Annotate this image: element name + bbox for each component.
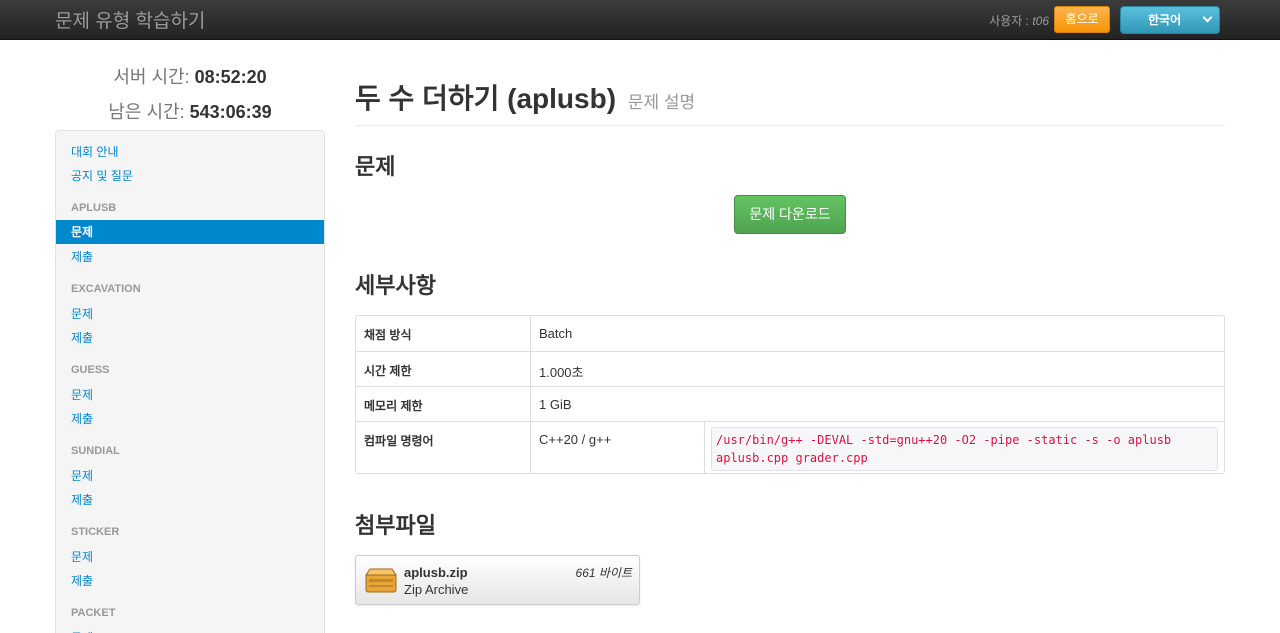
user-name: t06 [1032, 14, 1049, 28]
remaining-time-label: 남은 시간: [108, 102, 190, 122]
problem-heading: 문제 [355, 154, 396, 179]
sidebar-item-guess-submit[interactable]: 제출 [71, 410, 93, 427]
attachment-file[interactable]: aplusb.zip Zip Archive 661 바이트 [355, 555, 640, 605]
sidebar-item-sticker-submit[interactable]: 제출 [71, 572, 93, 589]
sidebar-item-announcements[interactable]: 공지 및 질문 [71, 167, 133, 184]
sidebar-item-excavation-problem[interactable]: 문제 [71, 305, 93, 322]
brand-title[interactable]: 문제 유형 학습하기 [55, 6, 205, 33]
sidebar-item-aplusb-submit[interactable]: 제출 [71, 248, 93, 265]
attachments-heading: 첨부파일 [355, 513, 436, 538]
sidebar-item-excavation-submit[interactable]: 제출 [71, 329, 93, 346]
server-time: 서버 시간: 08:52:20 [55, 63, 325, 89]
time-limit-label: 시간 제한 [364, 364, 412, 378]
table-row: 채점 방식 Batch [356, 316, 1224, 351]
compile-command: /usr/bin/g++ -DEVAL -std=gnu++20 -O2 -pi… [711, 427, 1218, 471]
memory-limit-value: 1 GiB [530, 387, 1224, 421]
table-row: 컴파일 명령어 C++20 / g++ /usr/bin/g++ -DEVAL … [356, 421, 1224, 473]
sidebar-task-header: EXCAVATION [71, 283, 141, 295]
compile-command-cell: /usr/bin/g++ -DEVAL -std=gnu++20 -O2 -pi… [704, 422, 1224, 473]
sidebar-task-header: PACKET [71, 607, 116, 619]
remaining-time-value: 543:06:39 [189, 102, 272, 122]
user-info: 사용자 : t06 [989, 12, 1049, 29]
sidebar-item-packet-problem[interactable]: 문제 [71, 629, 93, 633]
sidebar-item-contest-info[interactable]: 대회 안내 [71, 143, 119, 160]
attachment-name: aplusb.zip [404, 565, 468, 580]
scoring-label: 채점 방식 [364, 328, 412, 342]
top-navbar: 문제 유형 학습하기 사용자 : t06 홈으로 한국어 [0, 0, 1280, 40]
sidebar-task-header: STICKER [71, 526, 120, 538]
server-time-value: 08:52:20 [194, 67, 267, 87]
sidebar-task-header: SUNDIAL [71, 445, 120, 457]
sidebar-item-sticker-problem[interactable]: 문제 [71, 548, 93, 565]
attachment-size: 661 바이트 [575, 566, 632, 580]
server-time-label: 서버 시간: [113, 67, 195, 87]
language-value: 한국어 [1148, 13, 1182, 27]
time-limit-value: 1.000초 [530, 352, 1224, 386]
table-row: 메모리 제한 1 GiB [356, 386, 1224, 421]
compile-label: 컴파일 명령어 [364, 434, 434, 448]
title-divider [355, 125, 1225, 126]
sidebar-nav: 대회 안내 공지 및 질문 APLUSB 문제 제출 EXCAVATION 문제… [55, 130, 325, 633]
chevron-down-icon [1202, 12, 1213, 23]
attachment-type: Zip Archive [404, 582, 469, 597]
sidebar-item-guess-problem[interactable]: 문제 [71, 386, 93, 403]
sidebar-item-sundial-problem[interactable]: 문제 [71, 467, 93, 484]
sidebar-task-header: APLUSB [71, 202, 117, 214]
details-heading: 세부사항 [355, 273, 436, 298]
scoring-value: Batch [530, 316, 1224, 351]
details-table: 채점 방식 Batch 시간 제한 1.000초 메모리 제한 1 GiB 컴파… [355, 315, 1225, 474]
task-title: 두 수 더하기 (aplusb) [355, 83, 617, 114]
home-button[interactable]: 홈으로 [1054, 6, 1110, 33]
page-subtitle: 문제 설명 [627, 93, 696, 112]
compile-language: C++20 / g++ [530, 422, 704, 473]
archive-box-icon [365, 568, 397, 593]
language-select[interactable]: 한국어 [1120, 6, 1220, 34]
download-statement-button[interactable]: 문제 다운로드 [734, 195, 846, 234]
sidebar-item-sundial-submit[interactable]: 제출 [71, 491, 93, 508]
memory-limit-label: 메모리 제한 [364, 399, 423, 413]
sidebar-task-header: GUESS [71, 364, 110, 376]
remaining-time: 남은 시간: 543:06:39 [55, 98, 325, 124]
user-label: 사용자 : [989, 14, 1033, 28]
sidebar-item-aplusb-problem[interactable]: 문제 [56, 220, 324, 244]
table-row: 시간 제한 1.000초 [356, 351, 1224, 386]
page-title: 두 수 더하기 (aplusb) 문제 설명 [355, 77, 695, 117]
